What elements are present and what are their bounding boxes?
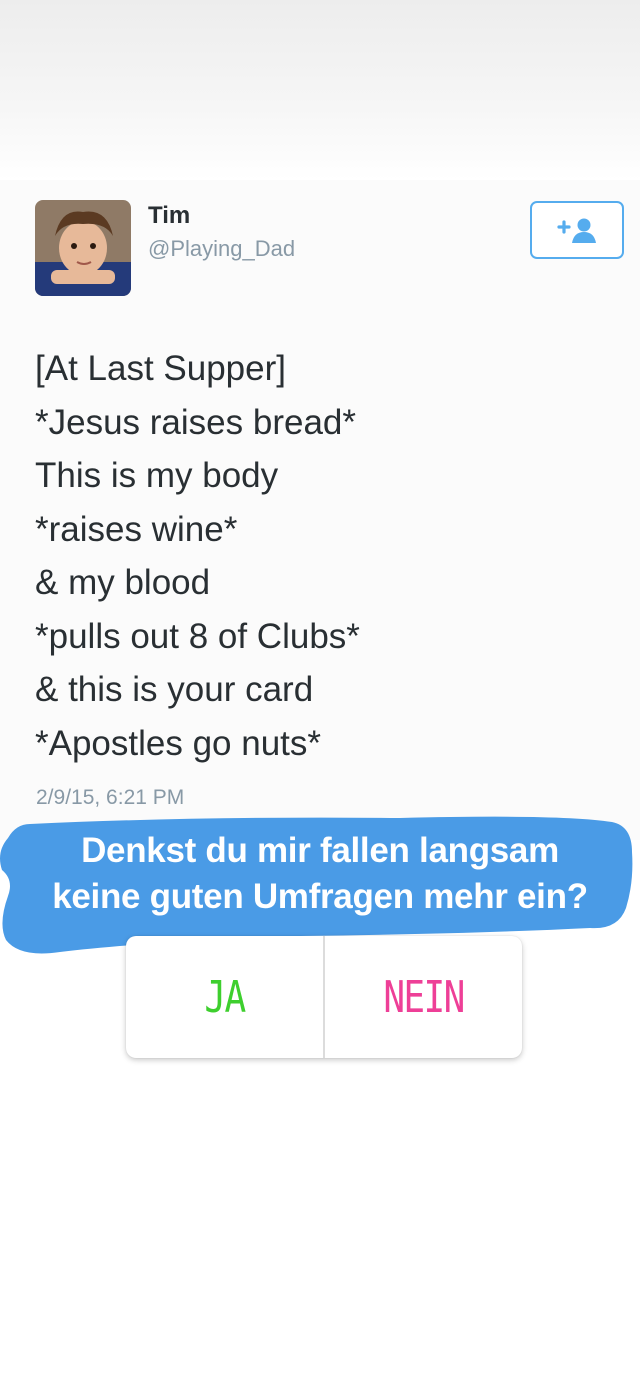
question-line: keine guten Umfragen mehr ein? [52,877,588,916]
user-handle[interactable]: @Playing_Dad [148,236,295,262]
tweet-line: This is my body [35,456,279,495]
user-name[interactable]: Tim [148,202,190,230]
tweet-line: *pulls out 8 of Clubs* [35,616,360,656]
tweet-line: & my blood [35,563,211,602]
poll-option-yes[interactable]: JA [144,936,306,1058]
tweet-line: *Jesus raises bread* [35,402,356,442]
tweet-line: & this is your card [35,670,314,709]
poll-option-no[interactable]: NEIN [343,936,505,1058]
question-banner: Denkst du mir fallen langsam keine guten… [0,812,640,956]
add-user-icon [557,218,596,243]
tweet-line: *Apostles go nuts* [35,723,322,763]
tweet-text: [At Last Supper] *Jesus raises bread* Th… [35,342,360,770]
question-line: Denkst du mir fallen langsam [81,831,559,870]
poll-divider [323,936,325,1058]
top-background [0,0,640,180]
question-text: Denkst du mir fallen langsam keine guten… [0,828,640,920]
avatar[interactable] [35,200,131,296]
follow-button[interactable] [530,201,624,259]
tweet-line: [At Last Supper] [35,349,286,388]
poll: JA NEIN [126,936,522,1058]
tweet-line: *raises wine* [35,509,238,549]
tweet-timestamp: 2/9/15, 6:21 PM [36,786,185,809]
